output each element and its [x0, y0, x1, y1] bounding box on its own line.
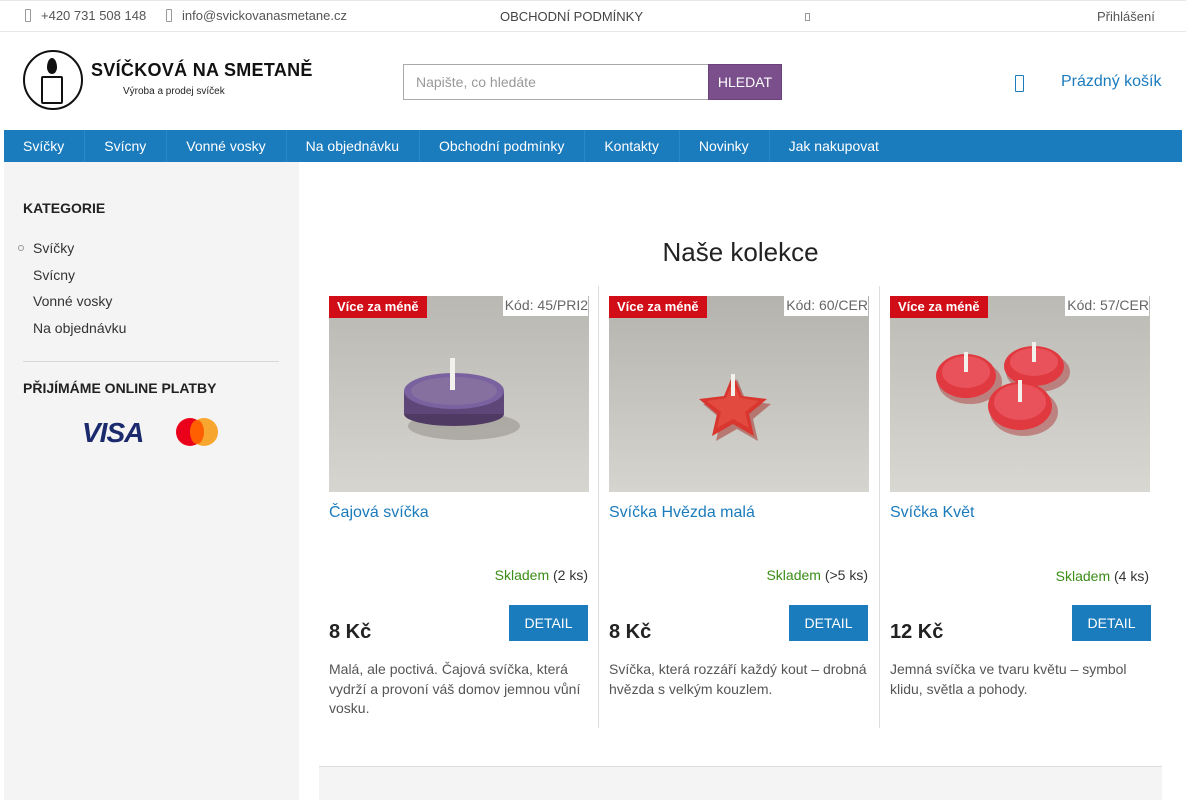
sidebar-divider	[23, 361, 279, 362]
product-name[interactable]: Svíčka Květ	[890, 504, 974, 522]
product-description: Jemná svíčka ve tvaru květu – symbol kli…	[890, 661, 1127, 697]
terms-link[interactable]: OBCHODNÍ PODMÍNKY	[500, 9, 643, 24]
cart-icon[interactable]	[1015, 75, 1024, 92]
discount-badge: Více za méně	[890, 296, 988, 318]
categories-heading: KATEGORIE	[23, 200, 106, 216]
product-card: Více za méně Kód: 45/PRI2 Čajová svíčka …	[319, 286, 600, 728]
category-item-vonne-vosky[interactable]: Vonné vosky	[33, 293, 126, 320]
detail-button[interactable]: DETAIL	[1072, 605, 1151, 641]
nav-item-svicny[interactable]: Svícny	[85, 130, 168, 162]
stock-status: Skladem (4 ks)	[1056, 568, 1149, 584]
visa-logo: VISA	[82, 417, 144, 448]
product-image[interactable]	[890, 296, 1150, 492]
product-image[interactable]	[329, 296, 589, 492]
top-bar: +420 731 508 148 info@svickovanasmetane.…	[0, 0, 1186, 32]
search-button[interactable]: HLEDAT	[708, 64, 782, 100]
cart-link[interactable]: Prázdný košík	[1061, 73, 1161, 91]
product-name[interactable]: Svíčka Hvězda malá	[609, 504, 755, 522]
email-address[interactable]: info@svickovanasmetane.cz	[182, 8, 347, 23]
email-icon	[166, 9, 172, 22]
payments-heading: PŘIJÍMÁME ONLINE PLATBY	[23, 380, 217, 396]
product-price: 12 Kč	[890, 621, 944, 643]
stock-label: Skladem	[1055, 568, 1111, 584]
site-logo[interactable]: SVÍČKOVÁ NA SMETANĚ Výroba a prodej svíč…	[23, 50, 313, 112]
nav-item-jak-nakupovat[interactable]: Jak nakupovat	[770, 130, 899, 162]
discount-badge: Více za méně	[609, 296, 707, 318]
nav-item-svicky[interactable]: Svíčky	[4, 130, 86, 162]
stock-count: (4 ks)	[1114, 568, 1149, 584]
product-code: Kód: 45/PRI2	[502, 296, 588, 316]
mastercard-logo	[176, 418, 218, 446]
product-name[interactable]: Čajová svíčka	[329, 504, 429, 522]
page-title: Naše kolekce	[662, 237, 819, 267]
detail-button[interactable]: DETAIL	[789, 605, 868, 641]
logo-subtitle: Výroba a prodej svíček	[123, 86, 225, 97]
product-card: Více za méně Kód: 57/CER Svíčka Květ Skl…	[879, 286, 1160, 728]
phone-icon	[25, 9, 31, 22]
nav-item-na-objednavku[interactable]: Na objednávku	[287, 130, 421, 162]
stock-count: (2 ks)	[553, 567, 588, 583]
flame-icon	[47, 58, 57, 74]
stock-status: Skladem (2 ks)	[495, 567, 588, 583]
stock-label: Skladem	[494, 567, 550, 583]
product-price: 8 Kč	[329, 621, 372, 643]
category-list: Svíčky Svícny Vonné vosky Na objednávku	[17, 240, 126, 347]
product-code: Kód: 57/CER	[1065, 296, 1149, 316]
sidebar: KATEGORIE Svíčky Svícny Vonné vosky Na o…	[4, 162, 299, 800]
product-description: Malá, ale poctivá. Čajová svíčka, která …	[329, 661, 581, 716]
phone-number[interactable]: +420 731 508 148	[41, 8, 146, 23]
nav-item-obchodni-podminky[interactable]: Obchodní podmínky	[420, 130, 586, 162]
nav-item-novinky[interactable]: Novinky	[680, 130, 770, 162]
stock-status: Skladem (>5 ks)	[766, 567, 868, 583]
product-price: 8 Kč	[609, 621, 652, 643]
category-item-svicky[interactable]: Svíčky	[17, 240, 126, 267]
email-contact[interactable]: info@svickovanasmetane.cz	[166, 8, 347, 23]
login-link[interactable]: Přihlášení	[1097, 9, 1155, 24]
stock-count: (>5 ks)	[824, 567, 868, 583]
menu-icon[interactable]	[805, 13, 810, 21]
category-item-na-objednavku[interactable]: Na objednávku	[33, 320, 126, 347]
next-section-box	[319, 766, 1162, 800]
product-image[interactable]	[609, 296, 869, 492]
phone-contact[interactable]: +420 731 508 148	[25, 8, 146, 23]
search-form: HLEDAT	[403, 64, 782, 100]
detail-button[interactable]: DETAIL	[509, 605, 588, 641]
product-card: Více za méně Kód: 60/CER Svíčka Hvězda m…	[598, 286, 879, 728]
product-code: Kód: 60/CER	[784, 296, 868, 316]
category-item-svicny[interactable]: Svícny	[33, 267, 126, 294]
discount-badge: Více za méně	[329, 296, 427, 318]
nav-item-kontakty[interactable]: Kontakty	[585, 130, 680, 162]
header: SVÍČKOVÁ NA SMETANĚ Výroba a prodej svíč…	[0, 32, 1186, 130]
main-nav: Svíčky Svícny Vonné vosky Na objednávku …	[4, 130, 1182, 162]
stock-label: Skladem	[766, 567, 821, 583]
product-description: Svíčka, která rozzáří každý kout – drobn…	[609, 661, 867, 697]
logo-title: SVÍČKOVÁ NA SMETANĚ	[91, 60, 313, 80]
candle-icon	[41, 76, 63, 104]
nav-item-vonne-vosky[interactable]: Vonné vosky	[167, 130, 287, 162]
search-input[interactable]	[403, 64, 709, 100]
